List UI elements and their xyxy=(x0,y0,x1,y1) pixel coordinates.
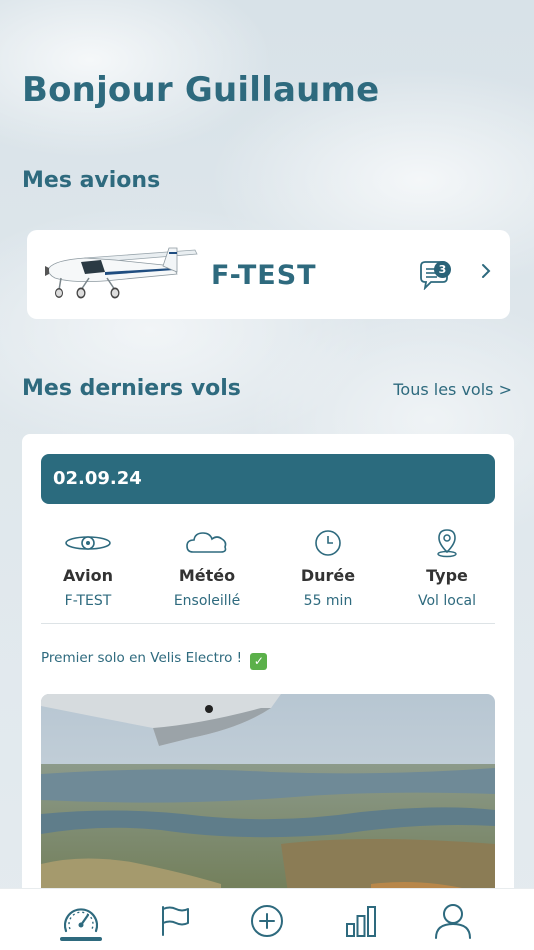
plane-registration: F-TEST xyxy=(211,260,317,291)
flight-note-text: Premier solo en Velis Electro ! xyxy=(41,650,243,666)
stat-duration: Durée 55 min xyxy=(268,528,388,609)
check-mark-icon: ✓ xyxy=(250,653,268,670)
stat-plane-value: F-TEST xyxy=(64,593,112,609)
user-icon xyxy=(435,904,471,939)
stat-plane-label: Avion xyxy=(62,566,114,585)
add-circle-icon xyxy=(251,905,283,937)
tab-flights[interactable] xyxy=(153,899,197,943)
stat-weather: Météo Ensoleillé xyxy=(147,528,267,609)
active-tab-indicator xyxy=(60,937,102,941)
flight-date: 02.09.24 xyxy=(53,468,142,489)
flag-icon xyxy=(162,906,189,936)
speedometer-icon xyxy=(63,908,99,933)
stat-type: Type Vol local xyxy=(387,528,507,609)
bottom-tab-bar xyxy=(0,888,534,950)
recent-flights-heading: Mes derniers vols xyxy=(22,376,241,401)
flight-card[interactable]: 02.09.24 Avion F-TEST Météo Ensoleillé D… xyxy=(22,434,514,904)
propeller-icon xyxy=(65,536,111,550)
flight-note: Premier solo en Velis Electro ! ✓ xyxy=(41,650,268,670)
all-flights-link[interactable]: Tous les vols > xyxy=(393,380,512,399)
bar-chart-icon xyxy=(346,906,376,937)
cloud-icon xyxy=(186,532,227,553)
tab-add[interactable] xyxy=(245,899,289,943)
stat-weather-value: Ensoleillé xyxy=(173,593,241,609)
clock-icon xyxy=(315,530,341,556)
stat-duration-value: 55 min xyxy=(303,593,353,609)
stat-type-label: Type xyxy=(426,566,468,585)
divider xyxy=(41,623,495,624)
my-planes-heading: Mes avions xyxy=(22,168,161,193)
tab-profile[interactable] xyxy=(431,899,475,943)
location-pin-icon xyxy=(437,529,457,558)
stat-plane: Avion F-TEST xyxy=(28,528,148,609)
chevron-right-icon[interactable] xyxy=(481,263,491,279)
tab-stats[interactable] xyxy=(339,899,383,943)
stat-duration-label: Durée xyxy=(300,566,356,585)
aerial-photo-image xyxy=(41,694,495,904)
messages-count-badge: 3 xyxy=(434,261,451,278)
stat-weather-label: Météo xyxy=(178,566,236,585)
flight-date-bar: 02.09.24 xyxy=(41,454,495,504)
plane-card[interactable]: F-TEST 3 xyxy=(27,230,510,319)
stat-type-value: Vol local xyxy=(417,593,477,609)
plane-image xyxy=(45,247,198,299)
page-title: Bonjour Guillaume xyxy=(22,70,380,110)
flight-photo[interactable] xyxy=(41,694,495,904)
